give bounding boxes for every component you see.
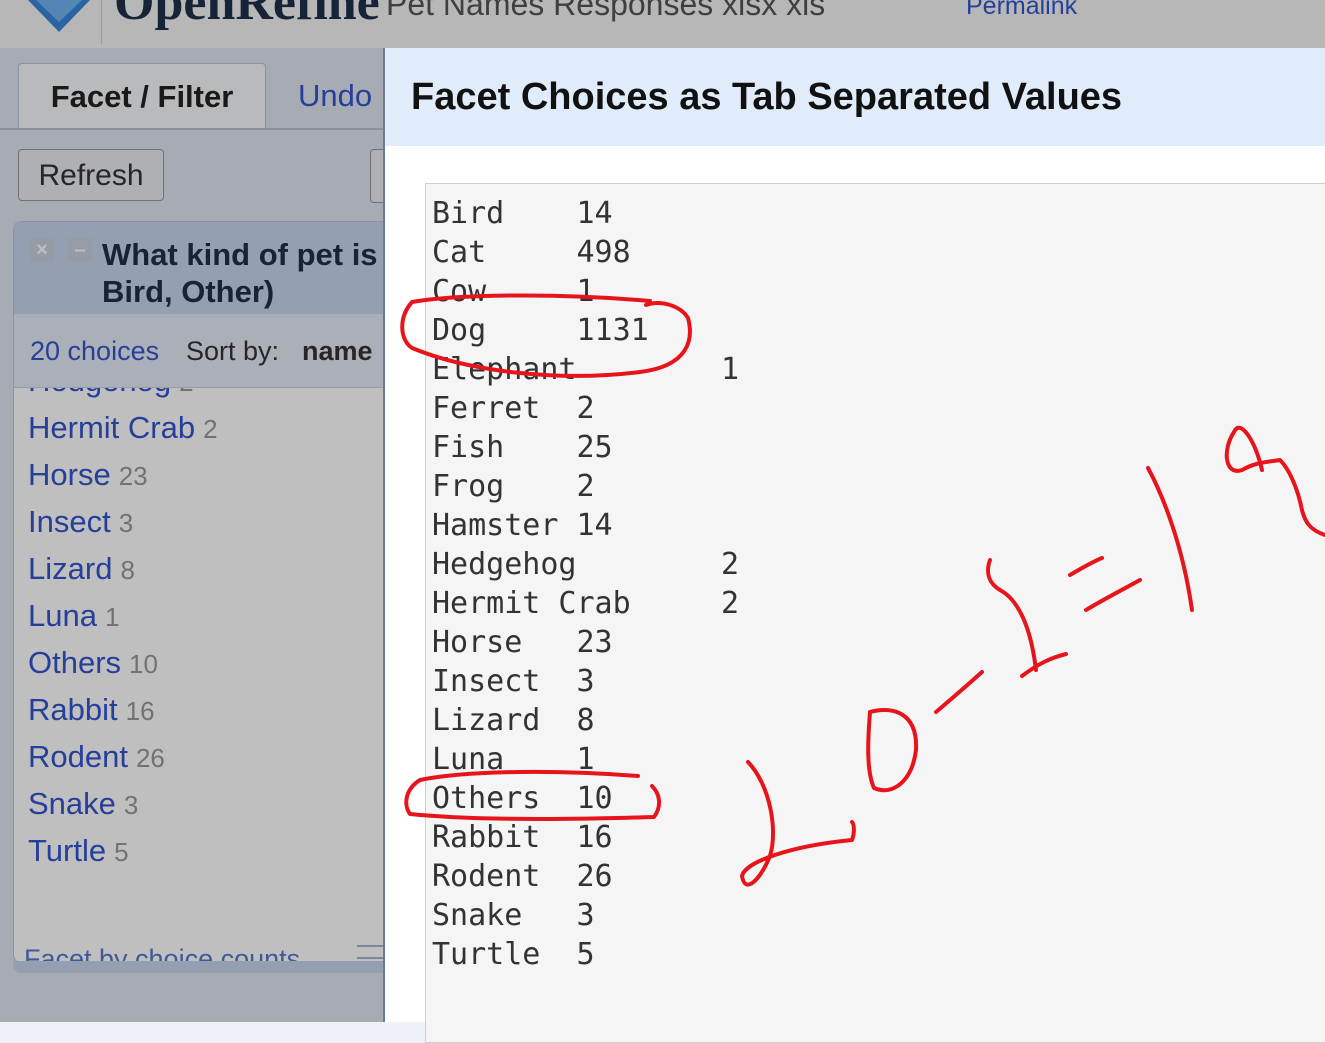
tsv-textarea[interactable]: Bird 14 Cat 498 Cow 1 Dog 1131 Elephant … (425, 183, 1325, 1043)
tsv-dialog: Facet Choices as Tab Separated Values Bi… (383, 48, 1325, 1043)
tsv-text: Bird 14 Cat 498 Cow 1 Dog 1131 Elephant … (432, 196, 740, 972)
dialog-title: Facet Choices as Tab Separated Values (411, 76, 1123, 118)
dialog-header: Facet Choices as Tab Separated Values (385, 48, 1325, 146)
